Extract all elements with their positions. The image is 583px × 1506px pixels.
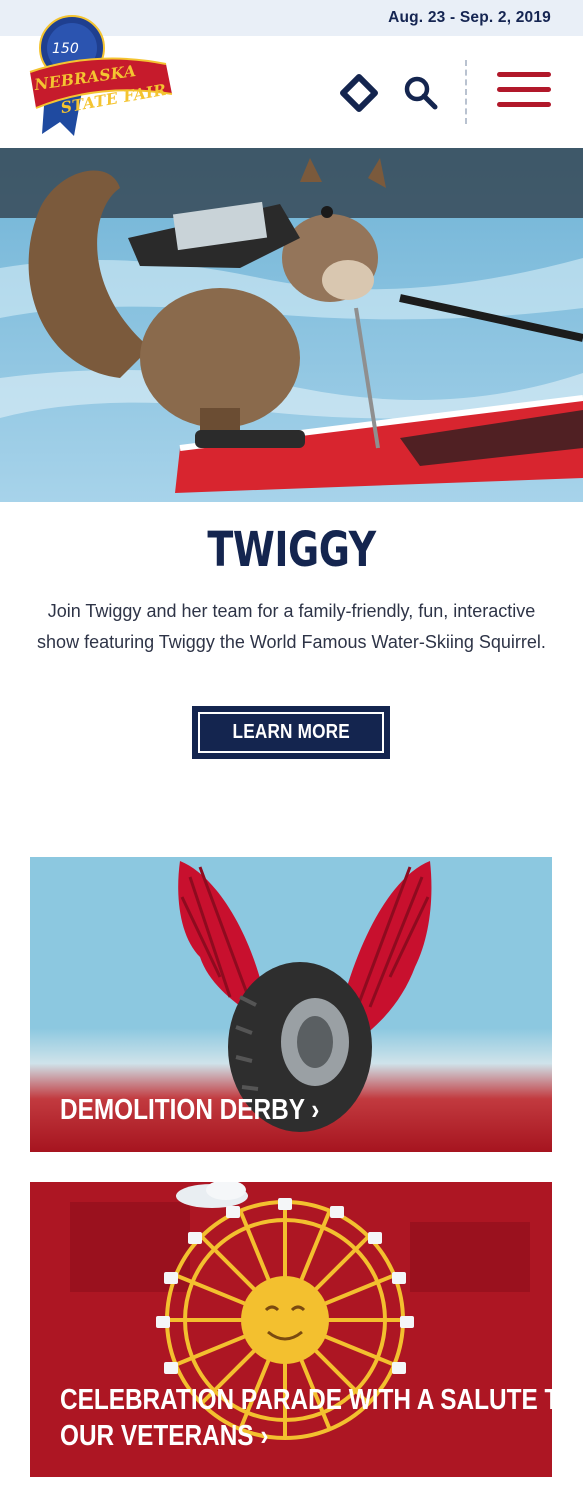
logo-anniversary: 150 [52,41,79,57]
slide-image-water-skiing-squirrel [0,148,583,502]
tickets-button[interactable] [338,72,380,114]
hero-slider[interactable] [0,148,583,502]
fair-dates: Aug. 23 - Sep. 2, 2019 [388,9,551,26]
card-celebration-parade-label-line-1: CELEBRATION PARADE WITH A SALUTE TO [60,1384,552,1416]
card-celebration-parade[interactable]: CELEBRATION PARADE WITH A SALUTE TO OUR … [30,1182,552,1477]
nebraska-state-fair-logo[interactable]: 150 NEBRASKA STATE FAIR [26,8,176,136]
search-button[interactable] [400,72,442,114]
learn-more-button[interactable]: LEARN MORE [192,706,390,759]
search-icon [404,76,438,110]
ticket-icon [340,74,378,112]
site-header: 150 NEBRASKA STATE FAIR [0,15,583,148]
hamburger-menu-icon [497,72,551,77]
card-demolition-derby[interactable]: DEMOLITION DERBY › [30,857,552,1152]
header-divider [465,60,467,124]
feature-title: TWIGGY [207,522,376,578]
feature-description: Join Twiggy and her team for a family-fr… [37,601,546,652]
card-demolition-derby-label: DEMOLITION DERBY › [60,1094,320,1126]
menu-button[interactable] [497,72,553,110]
learn-more-label: LEARN MORE [232,721,350,743]
card-celebration-parade-label-line-2: OUR VETERANS › [60,1420,269,1452]
